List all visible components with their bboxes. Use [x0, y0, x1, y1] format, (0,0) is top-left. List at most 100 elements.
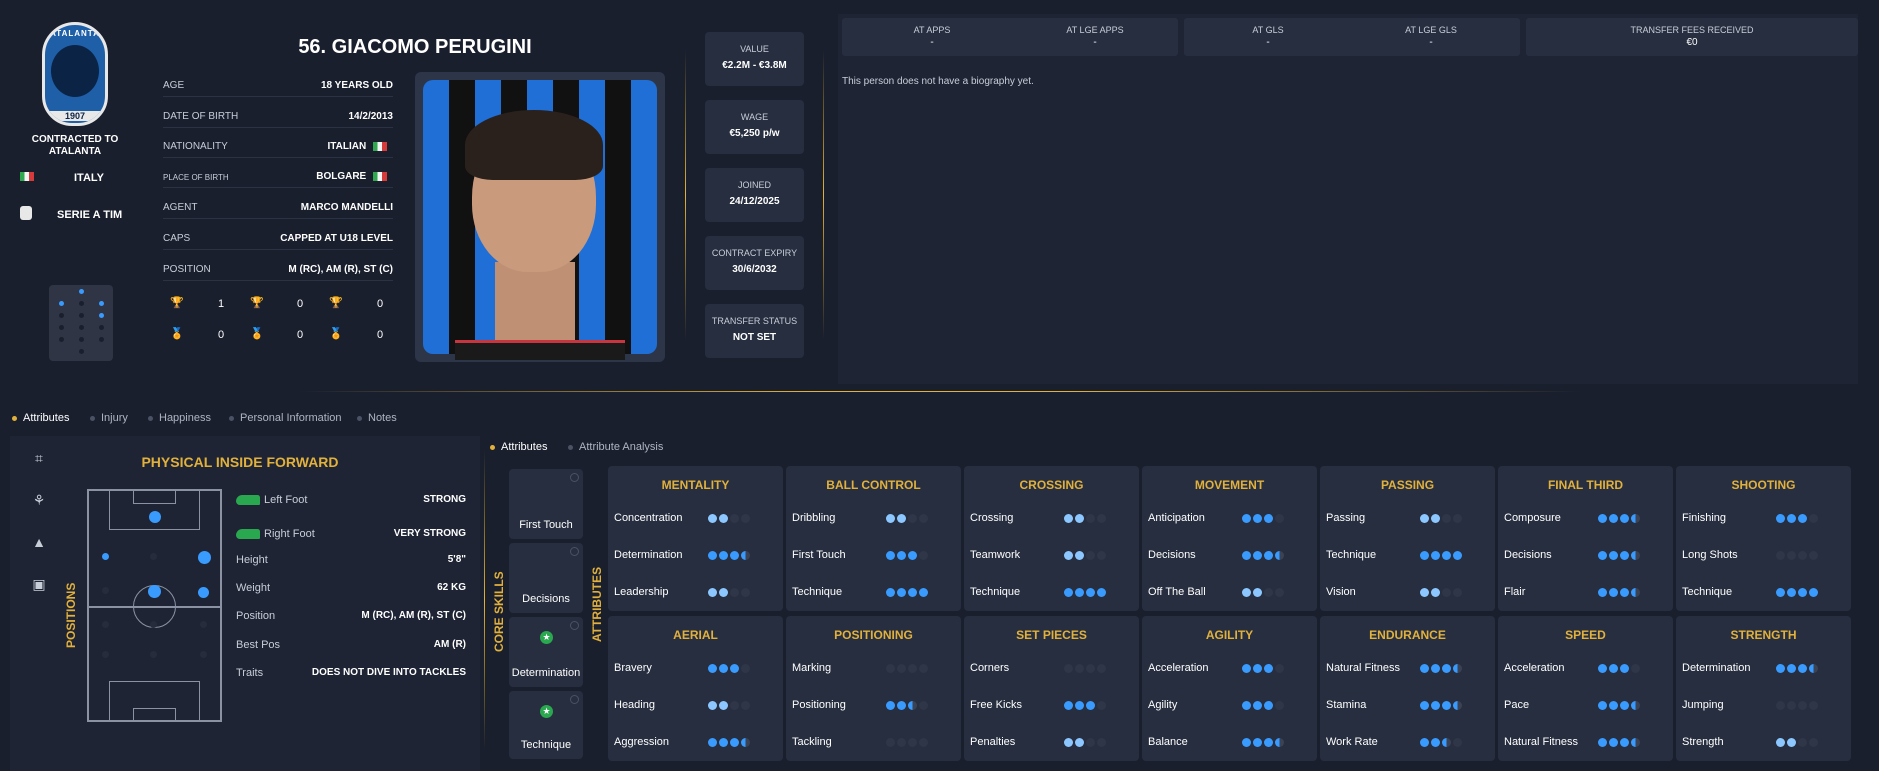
rating-dot [1598, 514, 1607, 523]
attr-name[interactable]: Teamwork [970, 549, 1020, 561]
attr-name[interactable]: Stamina [1326, 699, 1366, 711]
attr-name[interactable]: Vision [1326, 586, 1356, 598]
attr-name[interactable]: Bravery [614, 662, 652, 674]
rating-dot [1631, 588, 1640, 597]
attr-name[interactable]: Free Kicks [970, 699, 1022, 711]
info-value[interactable]: BOLGARE [316, 171, 387, 182]
pos-dm[interactable] [150, 621, 157, 628]
player-name: 56. GIACOMO PERUGINI [298, 36, 532, 58]
core-skill-first-touch[interactable]: First Touch [509, 469, 583, 539]
attr-name[interactable]: Technique [970, 586, 1020, 598]
attr-name[interactable]: Pace [1504, 699, 1529, 711]
section-divider [300, 391, 1580, 392]
attr-name[interactable]: Marking [792, 662, 831, 674]
attr-name[interactable]: First Touch [792, 549, 846, 561]
star-icon: ★ [540, 631, 553, 644]
career-value: - [1429, 37, 1433, 48]
attr-name[interactable]: Tackling [792, 736, 832, 748]
info-value[interactable]: ITALIAN [328, 141, 387, 152]
attr-name[interactable]: Heading [614, 699, 655, 711]
attr-name[interactable]: Agility [1148, 699, 1177, 711]
attr-name[interactable]: Concentration [614, 512, 683, 524]
tab-injury[interactable]: Injury [90, 412, 128, 424]
tab-happiness[interactable]: Happiness [148, 412, 211, 424]
rating-dot [1609, 588, 1618, 597]
core-skill-determination[interactable]: ★ Determination [509, 617, 583, 687]
boot-icon [236, 529, 260, 540]
attr-name[interactable]: Balance [1148, 736, 1188, 748]
tab-attributes[interactable]: Attributes [12, 412, 69, 424]
birthplace-value[interactable]: BOLGARE [316, 171, 366, 182]
pos-dl[interactable] [102, 651, 109, 658]
core-skill-decisions[interactable]: Decisions [509, 543, 583, 613]
attr-name[interactable]: Penalties [970, 736, 1015, 748]
info-row-dob: DATE OF BIRTH 14/2/2013 [163, 108, 393, 128]
club-crest[interactable]: ATALANTA 1907 [42, 22, 108, 126]
attr-name[interactable]: Off The Ball [1148, 586, 1206, 598]
attr-name[interactable]: Leadership [614, 586, 668, 598]
rating-dot [1086, 551, 1095, 560]
attr-name[interactable]: Finishing [1682, 512, 1726, 524]
tactics-icon[interactable]: ⌗ [30, 450, 48, 468]
subtab-attributes[interactable]: Attributes [490, 441, 547, 453]
rating-dot [1453, 551, 1462, 560]
pos-mc[interactable] [148, 585, 161, 598]
subtab-attribute-analysis[interactable]: Attribute Analysis [568, 441, 663, 453]
pos-dc[interactable] [150, 651, 157, 658]
pos-st-c[interactable] [149, 511, 161, 523]
attr-name[interactable]: Jumping [1682, 699, 1724, 711]
pos-mr[interactable] [198, 587, 209, 598]
attr-name[interactable]: Corners [970, 662, 1009, 674]
mini-pitch-icon [49, 285, 113, 361]
attr-name[interactable]: Decisions [1148, 549, 1196, 561]
attr-name[interactable]: Technique [1326, 549, 1376, 561]
pos-ml[interactable] [102, 587, 109, 594]
attr-rating [1064, 664, 1108, 674]
attr-rating [886, 701, 930, 711]
attr-name[interactable]: Long Shots [1682, 549, 1738, 561]
medical-icon[interactable]: ▲ [30, 534, 48, 552]
pos-wbr[interactable] [200, 621, 207, 628]
attr-name[interactable]: Strength [1682, 736, 1724, 748]
stat-transfer-status[interactable]: TRANSFER STATUS NOT SET [705, 304, 804, 358]
attr-name[interactable]: Natural Fitness [1326, 662, 1400, 674]
attr-name[interactable]: Flair [1504, 586, 1525, 598]
attr-name[interactable]: Technique [1682, 586, 1732, 598]
attr-name[interactable]: Technique [792, 586, 842, 598]
club-name[interactable]: ATALANTA [20, 146, 130, 158]
attr-name[interactable]: Acceleration [1504, 662, 1565, 674]
tab-dot [357, 415, 362, 421]
tab-personal-information[interactable]: Personal Information [229, 412, 342, 424]
attr-name[interactable]: Decisions [1504, 549, 1552, 561]
rating-dot [1264, 738, 1273, 747]
pos-dr[interactable] [200, 651, 207, 658]
nationality-value[interactable]: ITALIAN [328, 141, 367, 152]
attr-name[interactable]: Acceleration [1148, 662, 1209, 674]
core-skill-technique[interactable]: ★ Technique [509, 691, 583, 759]
attr-name[interactable]: Natural Fitness [1504, 736, 1578, 748]
agent-value[interactable]: MARCO MANDELLI [301, 202, 393, 213]
attr-name[interactable]: Passing [1326, 512, 1365, 524]
attr-group-strength: STRENGTH Determination Jumping Strength [1676, 616, 1851, 761]
attr-name[interactable]: Positioning [792, 699, 846, 711]
rating-dot [1064, 701, 1073, 710]
training-icon[interactable]: ⚘ [30, 492, 48, 510]
attr-name[interactable]: Determination [614, 549, 682, 561]
attr-name[interactable]: Determination [1682, 662, 1750, 674]
attr-name[interactable]: Crossing [970, 512, 1013, 524]
pos-amc[interactable] [150, 553, 157, 560]
tab-notes[interactable]: Notes [357, 412, 397, 424]
rating-dot [708, 664, 717, 673]
player-photo[interactable] [415, 72, 665, 362]
pos-wbl[interactable] [102, 621, 109, 628]
league-name[interactable]: SERIE A TIM [57, 209, 122, 221]
attr-name[interactable]: Work Rate [1326, 736, 1378, 748]
nation-name[interactable]: ITALY [74, 172, 104, 184]
report-icon[interactable]: ▣ [30, 576, 48, 594]
attr-name[interactable]: Composure [1504, 512, 1561, 524]
pos-amr[interactable] [198, 551, 211, 564]
pos-aml[interactable] [102, 553, 109, 560]
attr-name[interactable]: Dribbling [792, 512, 835, 524]
attr-name[interactable]: Anticipation [1148, 512, 1205, 524]
attr-name[interactable]: Aggression [614, 736, 669, 748]
